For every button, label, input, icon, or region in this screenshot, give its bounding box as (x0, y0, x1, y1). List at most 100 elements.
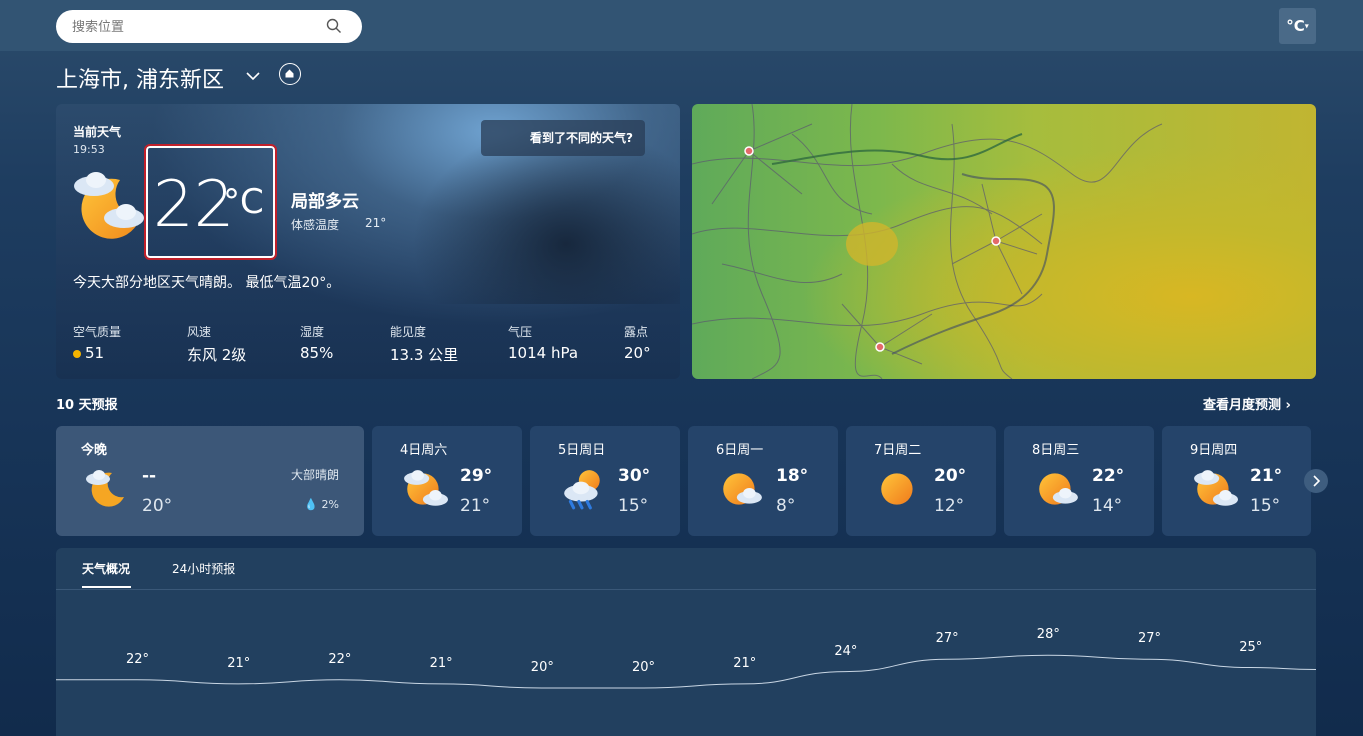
location-title[interactable]: 上海市, 浦东新区 (56, 62, 224, 94)
current-weather-label: 当前天气 (73, 125, 122, 139)
forecast-next-button[interactable] (1304, 469, 1328, 493)
chevron-right-icon: › (1285, 398, 1291, 413)
mostly-sunny-icon (1039, 473, 1078, 505)
hourly-temperature-label: 28° (1036, 627, 1060, 643)
search-input[interactable] (70, 10, 324, 45)
day-low: 14° (1092, 496, 1123, 516)
stat-pressure[interactable]: 气压 1014 hPa (508, 323, 578, 362)
unit-label: °C (1286, 17, 1305, 35)
monthly-forecast-link[interactable]: 查看月度预测 › (1203, 394, 1291, 413)
current-condition: 局部多云 (291, 192, 359, 212)
day-high: 30° (618, 466, 651, 486)
hourly-temperature-label: 20° (530, 660, 554, 675)
stat-air-quality[interactable]: 空气质量 51 (73, 323, 121, 362)
monthly-link-label: 查看月度预测 (1203, 398, 1282, 413)
air-quality-dot-icon (73, 349, 81, 358)
search-box[interactable] (56, 10, 362, 45)
day-low: 21° (460, 496, 491, 516)
day-high: 22° (1092, 466, 1125, 486)
chevron-right-icon (1313, 475, 1321, 487)
forecast-title: 10 天预报 (56, 398, 118, 413)
day-name: 5日周日 (558, 443, 606, 458)
day-description: 大部晴朗 (290, 468, 339, 482)
rain-sun-icon (564, 470, 600, 510)
day-high: -- (142, 466, 157, 486)
hourly-temperature-label: 27° (1138, 631, 1162, 647)
forecast-today-card[interactable]: 今晚 -- 20° 大部晴朗 💧 2% (56, 426, 364, 536)
stat-value-text: 51 (85, 344, 105, 362)
hourly-temperature-label: 20° (632, 660, 656, 675)
stat-value: 51 (73, 344, 121, 362)
forecast-day-card[interactable]: 7日周二 20° 12° (846, 426, 996, 536)
day-high: 18° (776, 466, 809, 486)
forecast-day-card[interactable]: 5日周日 30° 15° (530, 426, 680, 536)
day-low: 15° (1250, 496, 1281, 516)
partly-cloudy-night-icon (74, 172, 144, 239)
weather-summary: 今天大部分地区天气晴朗。 最低气温20°。 (73, 275, 341, 291)
home-icon (285, 69, 294, 78)
hourly-temperature-label: 22° (126, 651, 150, 667)
stat-humidity[interactable]: 湿度 85% (300, 323, 333, 362)
current-time: 19:53 (73, 143, 105, 156)
day-name: 4日周六 (400, 443, 448, 458)
stat-value: 东风 2级 (187, 346, 247, 364)
forecast-day-card[interactable]: 6日周一 18° 8° (688, 426, 838, 536)
day-low: 15° (618, 496, 649, 516)
partly-cloudy-icon (404, 470, 448, 506)
search-icon[interactable] (326, 18, 342, 34)
hourly-temperature-label: 21° (429, 655, 453, 671)
hourly-temperature-label: 27° (935, 631, 959, 647)
forecast-day-card[interactable]: 9日周四 21° 15° (1162, 426, 1311, 536)
temperature-unit: °C (223, 182, 264, 222)
day-name: 7日周二 (874, 443, 922, 458)
stat-value: 85% (300, 344, 334, 362)
stat-label: 能见度 (390, 325, 427, 339)
hourly-temperature-label: 21° (227, 655, 251, 671)
precipitation: 💧 2% (304, 498, 339, 511)
stat-value: 1014 hPa (508, 344, 579, 362)
day-high: 21° (1250, 466, 1283, 486)
details-panel: 天气概况 24小时预报 22° 21° 22° 21° 20° 20° 21° 24° 27° 2… (56, 548, 1316, 736)
day-name: 8日周三 (1032, 443, 1080, 458)
day-high: 29° (460, 466, 493, 486)
day-low: 8° (776, 496, 796, 516)
stat-label: 气压 (508, 325, 533, 339)
hourly-line-svg (56, 654, 1316, 689)
stat-dew-point[interactable]: 露点 20° (624, 323, 651, 362)
day-high: 20° (934, 466, 967, 486)
partly-cloudy-night-icon (86, 470, 124, 507)
forecast-day-card[interactable]: 8日周三 22° 14° (1004, 426, 1154, 536)
day-name: 今晚 (81, 443, 108, 458)
stat-visibility[interactable]: 能见度 13.3 公里 (390, 323, 458, 365)
stat-label: 湿度 (300, 325, 325, 339)
hourly-temperature-label: 21° (733, 655, 757, 671)
precip-value: 2% (321, 498, 339, 511)
map-roads (692, 104, 1163, 379)
sunny-icon (881, 473, 913, 505)
chevron-down-icon[interactable] (245, 68, 261, 84)
forecast-day-card[interactable]: 4日周六 29° 21° (372, 426, 522, 536)
day-name: 6日周一 (716, 443, 764, 458)
day-low: 20° (142, 496, 173, 516)
mostly-sunny-icon (723, 473, 762, 505)
home-button[interactable] (279, 63, 301, 85)
day-name: 9日周四 (1190, 443, 1238, 458)
day-low: 12° (934, 496, 965, 516)
hourly-temperature-label: 24° (834, 643, 858, 659)
stat-label: 风速 (187, 325, 212, 339)
partly-cloudy-icon (1194, 470, 1238, 506)
hourly-temperature-label: 25° (1239, 639, 1263, 655)
stat-label: 空气质量 (73, 325, 122, 339)
raindrop-icon: 💧 (304, 498, 319, 511)
current-weather-card: 当前天气 19:53 22 °C 局部多云 体感温度 21° 看到了不同的天气?… (56, 104, 680, 379)
weather-map[interactable] (692, 104, 1316, 379)
stat-wind[interactable]: 风速 东风 2级 (187, 323, 246, 365)
different-weather-button[interactable]: 看到了不同的天气? (481, 120, 645, 156)
caret-down-icon: ▾ (1304, 21, 1309, 31)
unit-toggle-button[interactable]: °C▾ (1279, 8, 1316, 44)
feels-like-value: 21° (365, 216, 387, 230)
hourly-temperature-label: 22° (328, 651, 352, 667)
stat-value: 13.3 公里 (390, 346, 459, 364)
feels-like-label: 体感温度 (291, 218, 340, 232)
stat-label: 露点 (624, 325, 649, 339)
